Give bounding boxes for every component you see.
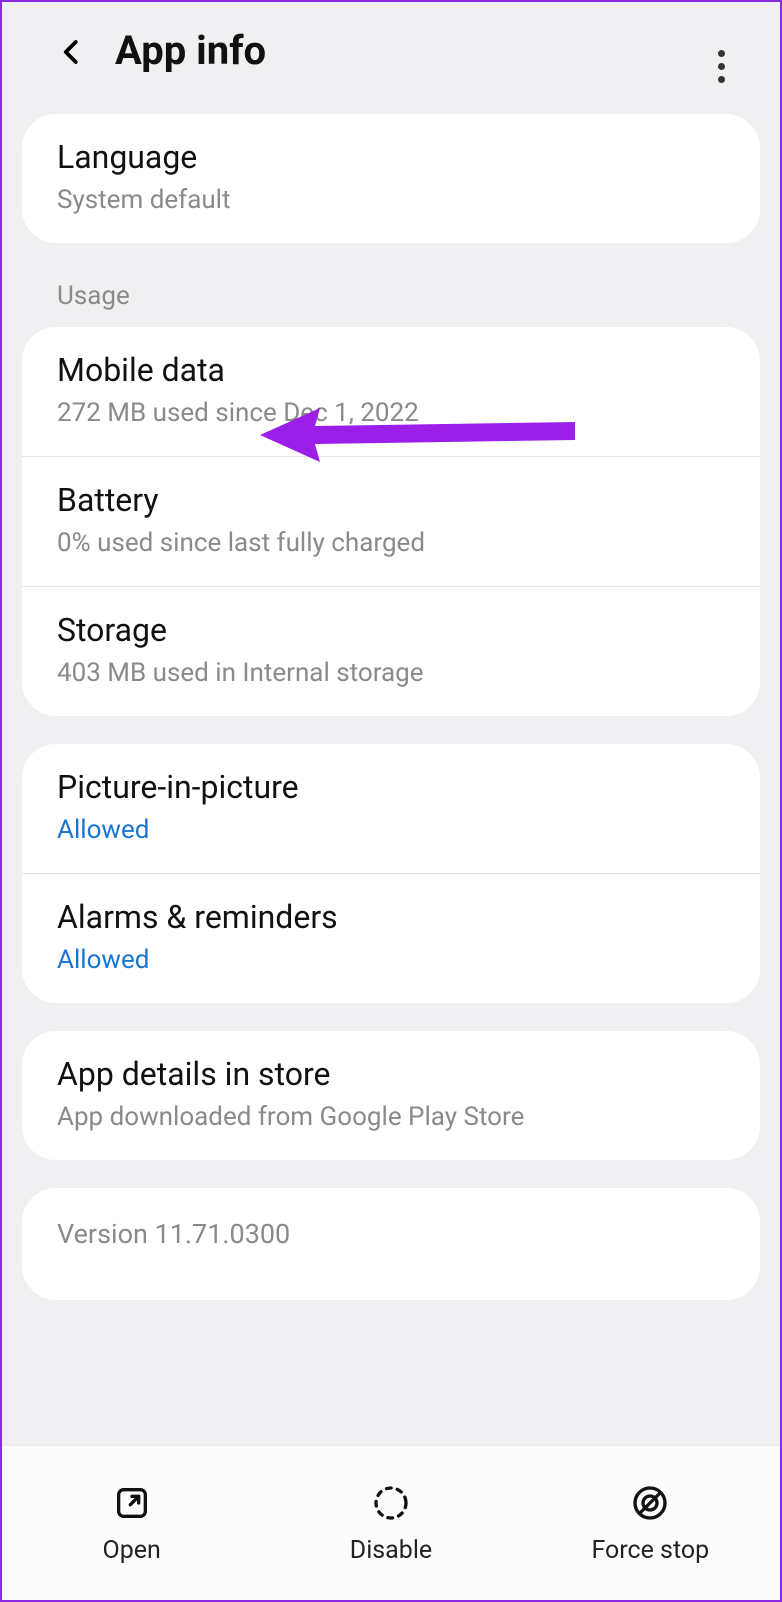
item-sub: 403 MB used in Internal storage bbox=[57, 658, 725, 688]
item-title: Mobile data bbox=[57, 351, 725, 389]
button-label: Force stop bbox=[591, 1536, 709, 1565]
card-language: Language System default bbox=[22, 114, 760, 243]
item-mobile-data[interactable]: Mobile data 272 MB used since Dec 1, 202… bbox=[22, 327, 760, 456]
more-icon[interactable] bbox=[718, 44, 725, 89]
item-storage[interactable]: Storage 403 MB used in Internal storage bbox=[22, 586, 760, 716]
bottom-action-bar: Open Disable Force stop bbox=[2, 1445, 780, 1600]
button-label: Open bbox=[103, 1536, 161, 1565]
item-app-details-store[interactable]: App details in store App downloaded from… bbox=[22, 1031, 760, 1160]
version-text: Version 11.71.0300 bbox=[57, 1218, 725, 1250]
item-sub: Allowed bbox=[57, 945, 725, 975]
item-title: App details in store bbox=[57, 1055, 725, 1093]
item-sub: System default bbox=[57, 185, 725, 215]
card-version: Version 11.71.0300 bbox=[22, 1188, 760, 1300]
item-sub: App downloaded from Google Play Store bbox=[57, 1102, 725, 1132]
disable-button[interactable]: Disable bbox=[263, 1482, 520, 1565]
card-permissions: Picture-in-picture Allowed Alarms & remi… bbox=[22, 744, 760, 1003]
item-sub: Allowed bbox=[57, 815, 725, 845]
card-store: App details in store App downloaded from… bbox=[22, 1031, 760, 1160]
item-title: Alarms & reminders bbox=[57, 898, 725, 936]
open-button[interactable]: Open bbox=[3, 1482, 260, 1565]
back-icon[interactable] bbox=[57, 37, 85, 65]
app-bar: App info bbox=[2, 2, 780, 104]
item-sub: 272 MB used since Dec 1, 2022 bbox=[57, 398, 725, 428]
force-stop-icon bbox=[629, 1482, 671, 1524]
section-label-usage: Usage bbox=[2, 271, 780, 327]
item-title: Storage bbox=[57, 611, 725, 649]
item-battery[interactable]: Battery 0% used since last fully charged bbox=[22, 456, 760, 586]
button-label: Disable bbox=[350, 1536, 432, 1565]
open-icon bbox=[111, 1482, 153, 1524]
item-title: Picture-in-picture bbox=[57, 768, 725, 806]
item-title: Language bbox=[57, 138, 725, 176]
item-language[interactable]: Language System default bbox=[22, 114, 760, 243]
card-usage: Mobile data 272 MB used since Dec 1, 202… bbox=[22, 327, 760, 716]
item-picture-in-picture[interactable]: Picture-in-picture Allowed bbox=[22, 744, 760, 873]
item-title: Battery bbox=[57, 481, 725, 519]
page-title: App info bbox=[115, 27, 266, 74]
item-alarms[interactable]: Alarms & reminders Allowed bbox=[22, 873, 760, 1003]
disable-icon bbox=[370, 1482, 412, 1524]
item-sub: 0% used since last fully charged bbox=[57, 528, 725, 558]
force-stop-button[interactable]: Force stop bbox=[522, 1482, 779, 1565]
